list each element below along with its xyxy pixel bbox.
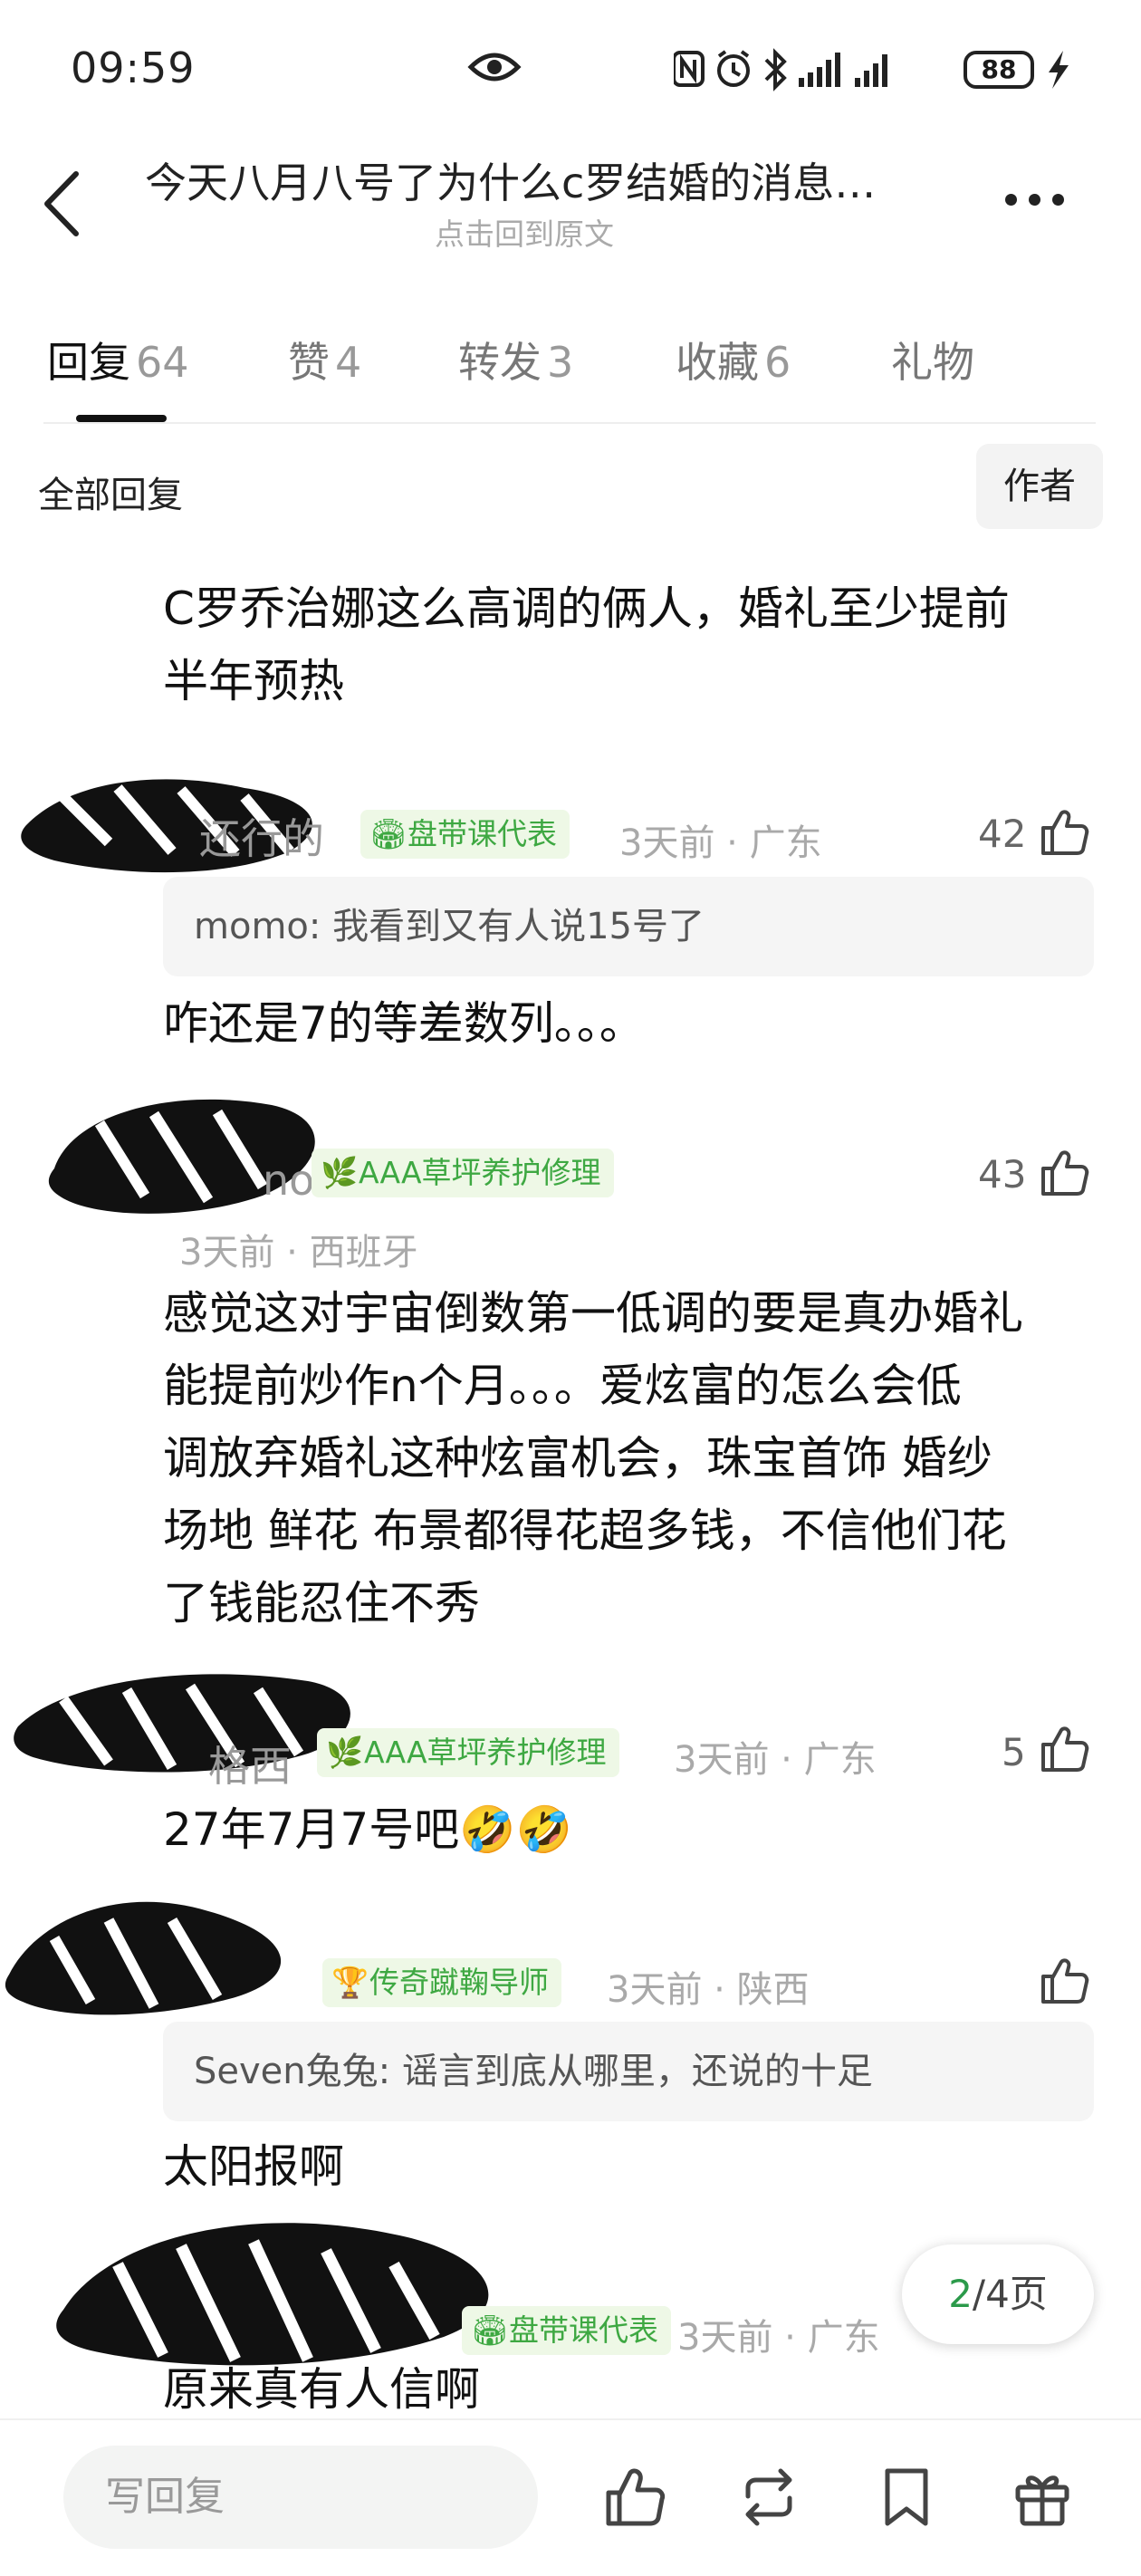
signal-icon xyxy=(799,53,840,87)
user-name[interactable]: 格西 xyxy=(208,1734,292,1793)
back-icon[interactable] xyxy=(36,163,87,245)
badge-label: 盘带课代表 xyxy=(408,816,557,851)
comment-text: 咋还是7的等差数列。。。 xyxy=(163,997,645,1050)
comment-meta: 3天前 · 广东 xyxy=(674,1739,877,1781)
badge-label: 盘带课代表 xyxy=(509,2312,658,2348)
user-badge: 🏟盘带课代表 xyxy=(462,2306,671,2355)
quoted-reply[interactable]: Seven兔兔: 谣言到底从哪里，还说的十足 xyxy=(163,2022,1094,2121)
user-badge: 🌿AAA草坪养护修理 xyxy=(317,1728,619,1777)
comment-meta: 3天前 · 广东 xyxy=(619,822,822,864)
like-count: 5 xyxy=(1002,1730,1026,1774)
all-replies-filter[interactable]: 全部回复 xyxy=(38,466,183,518)
current-page: 2 xyxy=(948,2272,973,2316)
leaf-icon: 🌿 xyxy=(321,1155,359,1190)
page-title[interactable]: 今天八月八号了为什么c罗结婚的消息… xyxy=(145,150,960,210)
status-bar: 09:59 88 xyxy=(0,0,1141,136)
comment-text-line: 半年预热 xyxy=(163,655,344,707)
comment-text: 27年7月7号吧🤣🤣 xyxy=(163,1803,572,1856)
tab-count: 6 xyxy=(764,338,791,387)
tab-label: 回复 xyxy=(47,338,130,387)
status-time: 09:59 xyxy=(71,43,196,92)
comment-text-line: C罗乔治娜这么高调的俩人，婚礼至少提前 xyxy=(163,582,1010,635)
tab-bar: 回复 64 赞4 转发 3 收藏 6 礼物 xyxy=(0,308,1141,426)
comment-text-line: 感觉这对宇宙倒数第一低调的要是真办婚礼 xyxy=(163,1287,1023,1340)
leaf-icon: 🌿 xyxy=(326,1735,364,1770)
user-name[interactable]: 还行的 xyxy=(199,806,324,866)
user-badge: 🏟盘带课代表 xyxy=(360,810,570,859)
tab-gifts[interactable]: 礼物 xyxy=(891,330,974,389)
tab-label: 赞 xyxy=(288,338,330,387)
user-badge: 🌿AAA草坪养护修理 xyxy=(312,1149,614,1197)
avatar[interactable] xyxy=(45,2201,516,2373)
gift-icon[interactable] xyxy=(1011,2465,1074,2529)
tab-label: 转发 xyxy=(458,338,542,387)
repost-icon[interactable] xyxy=(737,2465,801,2529)
more-icon[interactable] xyxy=(1005,192,1078,219)
bookmark-icon[interactable] xyxy=(875,2465,938,2529)
back-to-original-link[interactable]: 点击回到原文 xyxy=(435,210,614,254)
nfc-icon xyxy=(674,51,705,87)
eye-icon xyxy=(467,53,522,82)
reply-input[interactable]: 写回复 xyxy=(63,2446,538,2549)
like-count: 43 xyxy=(978,1152,1027,1197)
badge-label: AAA草坪养护修理 xyxy=(359,1155,601,1190)
active-tab-indicator xyxy=(76,415,167,422)
comment-text: 感觉这对宇宙倒数第一低调的要是真办婚礼 能提前炒作n个月。。。爱炫富的怎么会低 … xyxy=(163,1277,1087,1639)
bluetooth-icon xyxy=(764,48,787,91)
header: 今天八月八号了为什么c罗结婚的消息… 点击回到原文 xyxy=(0,136,1141,272)
thumb-up-icon[interactable] xyxy=(603,2465,666,2529)
tab-count: 4 xyxy=(335,338,362,387)
thumb-up-icon[interactable] xyxy=(1038,1723,1090,1775)
comment-text-line: 能提前炒作n个月。。。爱炫富的怎么会低 xyxy=(163,1360,962,1412)
badge-label: 传奇蹴鞠导师 xyxy=(369,1965,549,2000)
battery-icon: 88 xyxy=(964,51,1034,89)
tab-label: 礼物 xyxy=(891,338,974,387)
thumb-up-icon[interactable] xyxy=(1038,806,1090,859)
bottom-action-bar: 写回复 xyxy=(0,2418,1141,2576)
tab-replies[interactable]: 回复 64 xyxy=(47,330,189,389)
stadium-icon: 🏟 xyxy=(471,2312,509,2348)
user-name[interactable]: no xyxy=(263,1156,314,1205)
tab-favorites[interactable]: 收藏 6 xyxy=(676,330,791,389)
comment-text: 太阳报啊 xyxy=(163,2140,344,2193)
page-indicator[interactable]: 2/4页 xyxy=(902,2244,1094,2344)
quoted-author[interactable]: Seven兔兔 xyxy=(194,2051,379,2092)
alarm-icon xyxy=(717,50,750,87)
filter-bar: 全部回复 作者 xyxy=(0,444,1141,534)
author-filter-button[interactable]: 作者 xyxy=(976,444,1103,529)
divider xyxy=(43,422,1096,424)
comment-meta: 3天前 · 陕西 xyxy=(607,1969,810,2011)
comment-text-line: 了钱能忍住不秀 xyxy=(163,1577,480,1629)
comment-text: C罗乔治娜这么高调的俩人，婚礼至少提前 半年预热 xyxy=(163,572,1087,717)
quoted-author[interactable]: momo xyxy=(194,906,309,947)
tab-reposts[interactable]: 转发 3 xyxy=(458,330,573,389)
comment-text: 原来真有人信啊 xyxy=(163,2363,480,2416)
charging-icon xyxy=(1049,51,1069,89)
tab-count: 64 xyxy=(136,338,189,387)
comment-text-line: 场地 鲜花 布景都得花超多钱，不信他们花 xyxy=(163,1504,1007,1557)
total-pages: /4页 xyxy=(972,2272,1048,2316)
avatar[interactable] xyxy=(0,1884,326,2020)
quoted-reply[interactable]: momo: 我看到又有人说15号了 xyxy=(163,877,1094,976)
signal-icon xyxy=(855,54,887,87)
quoted-text: : 谣言到底从哪里，还说的十足 xyxy=(378,2051,873,2092)
thumb-up-icon[interactable] xyxy=(1038,1147,1090,1199)
tab-count: 3 xyxy=(547,338,574,387)
comment-meta: 3天前 · 西班牙 xyxy=(179,1232,418,1274)
like-count: 42 xyxy=(978,812,1027,856)
comment-list: C罗乔治娜这么高调的俩人，婚礼至少提前 半年预热 还行的 🏟盘带课代表 3天前 … xyxy=(0,543,1141,2418)
badge-label: AAA草坪养护修理 xyxy=(364,1735,607,1770)
thumb-up-icon[interactable] xyxy=(1038,1955,1090,2007)
comment-text-line: 调放弃婚礼这种炫富机会，珠宝首饰 婚纱 xyxy=(163,1432,992,1485)
tab-label: 收藏 xyxy=(676,338,759,387)
tab-likes[interactable]: 赞4 xyxy=(288,330,361,389)
trophy-icon: 🏆 xyxy=(331,1965,369,2000)
quoted-text: : 我看到又有人说15号了 xyxy=(308,906,705,947)
user-badge: 🏆传奇蹴鞠导师 xyxy=(322,1958,561,2007)
stadium-icon: 🏟 xyxy=(369,816,408,851)
